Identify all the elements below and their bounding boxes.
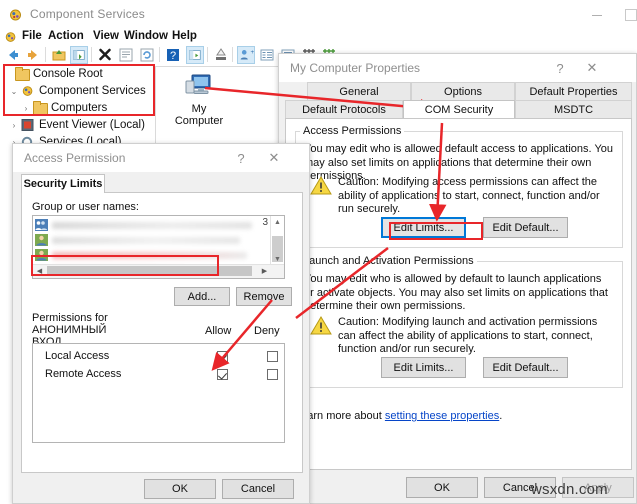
permissions-table: Local Access Remote Access <box>32 343 285 443</box>
maximize-button[interactable] <box>616 4 637 26</box>
allow-checkbox-local-access[interactable] <box>217 351 228 362</box>
group-icon <box>35 219 48 231</box>
list-details-icon[interactable] <box>258 46 276 64</box>
list-item[interactable] <box>35 233 267 247</box>
launch-permissions-caution: Caution: Modifying launch and activation… <box>338 316 598 355</box>
tab-options[interactable]: Options <box>411 82 515 100</box>
scroll-right-icon[interactable]: ▶ <box>258 265 271 277</box>
list-entry-highlight-box <box>31 255 219 276</box>
access-edit-default-button[interactable]: Edit Default... <box>483 217 568 238</box>
launch-edit-limits-button[interactable]: Edit Limits... <box>381 357 466 378</box>
launch-permissions-description: You may edit who is allowed by default t… <box>304 273 608 312</box>
redacted-name <box>52 221 252 229</box>
back-icon[interactable] <box>4 46 22 64</box>
menu-item-window[interactable]: Window <box>124 30 168 42</box>
list-overflow-text: 3 <box>262 217 268 228</box>
list-item-my-computer[interactable]: My Computer <box>164 73 234 127</box>
my-computer-properties-dialog: My Computer Properties ? ✕ General Optio… <box>278 53 637 504</box>
tree-item-label: Event Viewer (Local) <box>39 119 145 131</box>
column-header-allow: Allow <box>205 325 232 337</box>
properties-icon[interactable] <box>117 46 135 64</box>
table-row[interactable]: Local Access <box>33 348 284 365</box>
add-button[interactable]: Add... <box>174 287 230 306</box>
title-bar: Component Services <box>0 0 637 30</box>
help-icon[interactable]: ? <box>164 46 182 64</box>
console-icon[interactable] <box>186 46 204 64</box>
svg-text:+: + <box>250 49 254 56</box>
apd-ok-button[interactable]: OK <box>144 479 216 499</box>
apd-cancel-button[interactable]: Cancel <box>222 479 294 499</box>
group-or-user-names-label: Group or user names: <box>32 201 139 213</box>
launch-edit-default-button[interactable]: Edit Default... <box>483 357 568 378</box>
tab-com-security[interactable]: COM Security <box>403 100 515 118</box>
menu-item-file[interactable]: File <box>22 30 42 42</box>
table-row[interactable]: Remote Access <box>33 366 284 383</box>
help-icon[interactable]: ? <box>228 147 254 169</box>
label-line-2: Computer <box>174 115 224 127</box>
my-computer-icon <box>185 74 213 100</box>
deny-checkbox-remote-access[interactable] <box>267 369 278 380</box>
remove-button[interactable]: Remove <box>236 287 292 306</box>
dialog-title: Access Permission <box>24 151 126 165</box>
up-folder-icon[interactable] <box>50 46 68 64</box>
mcp-ok-button[interactable]: OK <box>406 477 478 498</box>
export-icon[interactable] <box>212 46 230 64</box>
access-permissions-caution: Caution: Modifying access permissions ca… <box>338 176 600 215</box>
dialog-title-bar: Access Permission ? ✕ <box>13 144 309 172</box>
user-icon <box>35 234 48 246</box>
allow-checkbox-remote-access[interactable] <box>217 369 228 380</box>
dialog-title-bar: My Computer Properties ? ✕ <box>279 54 636 82</box>
com-security-page: Access Permissions You may edit who is a… <box>285 118 632 470</box>
dialog-title: My Computer Properties <box>290 61 421 75</box>
tab-general[interactable]: General <box>307 82 411 100</box>
show-hide-tree-icon[interactable] <box>70 46 88 64</box>
close-icon[interactable]: ✕ <box>261 147 287 169</box>
access-permissions-legend: Access Permissions <box>300 125 405 137</box>
permission-name: Remote Access <box>45 368 122 380</box>
svg-text:?: ? <box>170 50 176 62</box>
close-icon[interactable]: ✕ <box>579 57 605 79</box>
tab-security-limits[interactable]: Security Limits <box>21 174 105 193</box>
window-title: Component Services <box>30 7 145 21</box>
delete-icon[interactable] <box>96 46 114 64</box>
permission-name: Local Access <box>45 350 110 362</box>
learn-more-suffix: . <box>499 410 503 422</box>
event-viewer-icon <box>20 118 36 132</box>
access-permission-dialog: Access Permission ? ✕ Security Limits Gr… <box>12 143 310 504</box>
menu-item-action[interactable]: Action <box>48 30 84 42</box>
menu-item-view[interactable]: View <box>93 30 119 42</box>
tab-default-properties[interactable]: Default Properties <box>515 82 632 100</box>
label-line-1: My <box>191 103 207 115</box>
new-object-icon[interactable]: + <box>237 46 255 64</box>
security-limits-page: Group or user names: 3 ▲ ▼ ◀ ▶ Add... Re… <box>21 192 303 473</box>
help-icon[interactable]: ? <box>547 57 573 79</box>
menu-item-help[interactable]: Help <box>172 30 197 42</box>
deny-checkbox-local-access[interactable] <box>267 351 278 362</box>
scroll-up-icon[interactable]: ▲ <box>271 216 284 228</box>
setting-these-properties-link[interactable]: setting these properties <box>385 410 499 422</box>
tree-item-event-viewer[interactable]: › Event Viewer (Local) <box>8 117 145 133</box>
menu-app-icon <box>4 30 18 44</box>
permissions-label-line-1: Permissions for АНОНИМНЫЙ <box>32 312 108 336</box>
redacted-name <box>52 236 240 244</box>
refresh-icon[interactable] <box>138 46 156 64</box>
tab-default-protocols[interactable]: Default Protocols <box>285 100 403 118</box>
list-item[interactable] <box>35 218 267 232</box>
list-item-label: My Computer <box>164 103 234 127</box>
edit-limits-highlight-box <box>389 222 483 240</box>
launch-permissions-legend: Launch and Activation Permissions <box>300 255 477 267</box>
tab-strip: Security Limits <box>21 174 303 193</box>
tree-highlight-box <box>3 64 155 116</box>
learn-more-text: Learn more about setting these propertie… <box>295 410 625 424</box>
component-services-icon <box>8 7 24 23</box>
tab-msdtc[interactable]: MSDTC <box>515 100 632 118</box>
minimize-button[interactable] <box>582 4 612 26</box>
warning-icon <box>310 176 332 195</box>
tab-strip: General Options Default Properties Defau… <box>285 82 632 120</box>
column-header-deny: Deny <box>254 325 280 337</box>
forward-icon[interactable] <box>24 46 42 64</box>
chevron-right-icon: › <box>12 120 16 130</box>
warning-icon <box>310 316 332 335</box>
watermark: wsxdn.com <box>531 481 608 498</box>
